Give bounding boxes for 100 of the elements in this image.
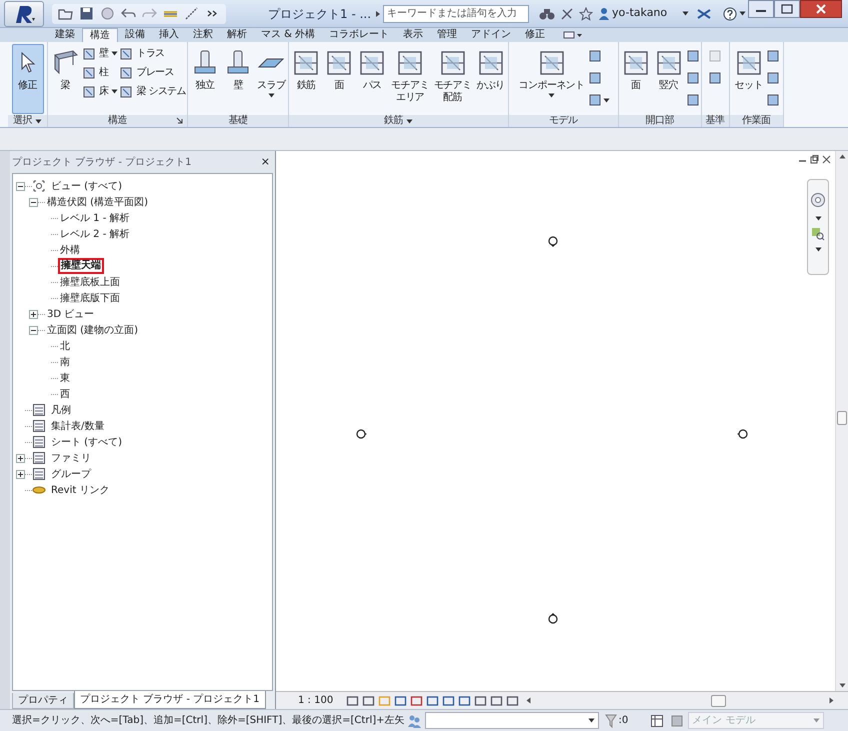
elevation-marker-icon[interactable]: [546, 612, 560, 626]
tree-item[interactable]: 3D ビュー: [45, 306, 96, 322]
expand-icon[interactable]: [29, 310, 38, 318]
ribbon-button[interactable]: 面: [323, 44, 356, 114]
tool-button[interactable]: [766, 48, 780, 64]
ribbon-tab[interactable]: コラボレート: [322, 28, 396, 42]
tree-item[interactable]: 擁壁底版下面: [58, 290, 122, 306]
expand-icon[interactable]: [16, 470, 25, 478]
scale-button[interactable]: 1 : 100: [298, 693, 346, 708]
ribbon-tab[interactable]: 管理: [430, 28, 464, 42]
ribbon-button[interactable]: 梁 システム: [119, 84, 186, 99]
search-field[interactable]: キーワードまたは語句を入力: [383, 4, 530, 22]
tree-item[interactable]: レベル 2 - 解析: [58, 226, 132, 242]
tool-button[interactable]: [766, 70, 780, 86]
restore-icon[interactable]: [810, 155, 819, 164]
tree-item[interactable]: 北: [58, 338, 72, 354]
tree-item[interactable]: 東: [58, 370, 72, 386]
table-icon[interactable]: [650, 714, 664, 728]
ribbon-button[interactable]: 独立: [189, 44, 221, 114]
tree-item[interactable]: 集計表/数量: [49, 418, 106, 434]
close-button[interactable]: ×: [258, 154, 273, 170]
tool-button[interactable]: [686, 48, 700, 64]
user-menu[interactable]: yo-takano: [598, 5, 668, 22]
layers-icon[interactable]: [670, 714, 684, 728]
ribbon-tab[interactable]: 修正: [518, 28, 552, 42]
collapse-icon[interactable]: [16, 182, 25, 190]
tree-item[interactable]: グループ: [49, 466, 93, 482]
panel-title[interactable]: 基礎: [228, 115, 248, 127]
ribbon-button[interactable]: トラス: [119, 46, 186, 61]
binoculars-icon[interactable]: [539, 6, 556, 20]
horizontal-scrollbar[interactable]: [526, 694, 834, 708]
ribbon-button[interactable]: かぶり: [474, 44, 507, 114]
ribbon-tab[interactable]: 設備: [118, 28, 152, 42]
ribbon-button[interactable]: モチアミ 配筋: [432, 44, 474, 114]
panel-tab[interactable]: プロジェクト ブラウザ - プロジェクト1: [74, 691, 266, 709]
steering-wheel-icon[interactable]: [810, 192, 826, 210]
elevation-marker-icon[interactable]: [354, 427, 368, 441]
application-menu-button[interactable]: [4, 0, 44, 26]
tool-button[interactable]: [708, 70, 722, 86]
ribbon-button[interactable]: 鉄筋: [290, 44, 322, 114]
elevation-marker-icon[interactable]: [546, 234, 560, 248]
tree-item[interactable]: 擁壁天端: [58, 258, 104, 274]
close-icon[interactable]: [800, 0, 842, 18]
tree-item[interactable]: 立面図 (建物の立面): [45, 322, 140, 338]
ribbon-button[interactable]: ブレース: [119, 65, 186, 80]
ribbon-button[interactable]: 修正: [12, 44, 44, 114]
ribbon-button[interactable]: コンポーネント: [516, 44, 587, 114]
ribbon-tab[interactable]: 挿入: [152, 28, 186, 42]
filter-button[interactable]: :0: [604, 713, 628, 728]
ribbon-button[interactable]: モチアミ エリア: [389, 44, 431, 114]
ribbon-button[interactable]: 柱: [82, 65, 118, 80]
ribbon-tab[interactable]: マス & 外構: [254, 28, 322, 42]
tree-item[interactable]: ビュー (すべて): [49, 178, 124, 194]
ribbon-button[interactable]: スラブ: [255, 44, 288, 114]
panel-title[interactable]: 構造: [108, 115, 127, 127]
expand-arrow-icon[interactable]: [375, 10, 382, 18]
ribbon-tab[interactable]: 注釈: [186, 28, 220, 42]
expand-icon[interactable]: [16, 454, 25, 462]
tree-item[interactable]: シート (すべて): [49, 434, 124, 450]
ribbon-button[interactable]: 壁: [82, 46, 118, 61]
ribbon-tab[interactable]: 表示: [396, 28, 430, 42]
launcher-icon[interactable]: [176, 117, 183, 124]
ribbon-tab[interactable]: アドイン: [464, 28, 518, 42]
tool-button[interactable]: [686, 70, 700, 86]
ribbon-tab[interactable]: 建築: [48, 28, 82, 42]
collapse-icon[interactable]: [29, 198, 38, 206]
vertical-scrollbar[interactable]: [835, 151, 848, 691]
minimize-ribbon-icon[interactable]: [562, 30, 584, 40]
star-icon[interactable]: [579, 6, 594, 20]
tree-item[interactable]: 南: [58, 354, 72, 370]
ribbon-button[interactable]: 面: [620, 44, 652, 114]
tool-button[interactable]: [588, 92, 610, 108]
ribbon-button[interactable]: 竪穴: [652, 44, 685, 114]
tree-item[interactable]: 外構: [58, 242, 82, 258]
save-icon[interactable]: [79, 6, 94, 21]
ribbon-button[interactable]: パス: [356, 44, 388, 114]
panel-title[interactable]: 鉄筋: [384, 115, 413, 127]
tree-item[interactable]: ファミリ: [49, 450, 93, 466]
tree-item[interactable]: 擁壁底板上面: [58, 274, 122, 290]
tree-item[interactable]: 凡例: [49, 402, 73, 418]
tool-button[interactable]: [766, 92, 780, 108]
maximize-icon[interactable]: [774, 0, 800, 18]
scroll-thumb[interactable]: [837, 411, 847, 425]
zoom-icon[interactable]: [811, 227, 825, 241]
elevation-marker-icon[interactable]: [736, 427, 750, 441]
close-icon[interactable]: [822, 155, 831, 164]
panel-tab[interactable]: プロパティ: [12, 693, 74, 709]
help-button[interactable]: [723, 6, 746, 20]
ribbon-button[interactable]: セット: [732, 44, 765, 114]
dimension-icon[interactable]: [184, 6, 199, 21]
tool-button[interactable]: [686, 92, 700, 108]
tree-item[interactable]: レベル 1 - 解析: [58, 210, 132, 226]
ribbon-button[interactable]: 床: [82, 84, 118, 99]
ribbon-button[interactable]: 壁: [222, 44, 254, 114]
tree-item[interactable]: 西: [58, 386, 72, 402]
ribbon-tab[interactable]: 解析: [220, 28, 254, 42]
tree-item[interactable]: Revit リンク: [49, 482, 112, 498]
minimize-icon[interactable]: [748, 0, 774, 18]
tree-item[interactable]: 構造伏図 (構造平面図): [45, 194, 150, 210]
ribbon-tab[interactable]: 構造: [82, 28, 118, 42]
